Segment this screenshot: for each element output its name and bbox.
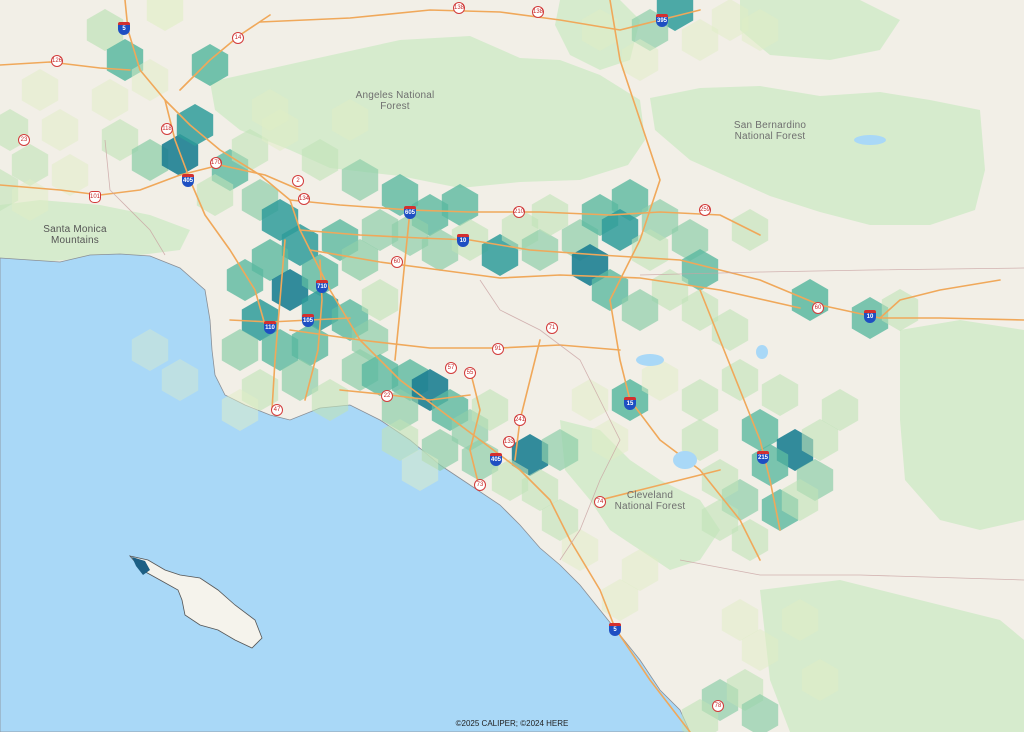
highway-shield-sr134: 134 <box>298 193 310 205</box>
label-cleveland-national-forest: Cleveland National Forest <box>614 490 686 512</box>
highway-shield-sr126: 126 <box>51 55 63 67</box>
highway-shield-sr118: 118 <box>161 123 173 135</box>
highway-shield-sr60: 60 <box>391 256 403 268</box>
highway-shield-sr133: 133 <box>503 436 515 448</box>
highway-shield-us101: 101 <box>89 191 101 203</box>
label-santa-monica-mountains: Santa Monica Mountains <box>43 224 107 246</box>
highway-shield-i5-north: 5 <box>118 22 130 35</box>
highway-shield-395: 395 <box>656 14 668 27</box>
highway-shield-i215: 215 <box>757 451 769 464</box>
map-layer <box>0 0 1024 732</box>
highway-shield-sr71: 71 <box>546 322 558 334</box>
highway-shield-sr210: 210 <box>513 206 525 218</box>
map-canvas[interactable]: Angeles National Forest San Bernardino N… <box>0 0 1024 732</box>
highway-shield-sr47: 47 <box>271 404 283 416</box>
highway-shield-sr241: 241 <box>514 414 526 426</box>
label-san-bernardino-national-forest: San Bernardino National Forest <box>733 120 807 142</box>
highway-shield-sr78: 78 <box>712 700 724 712</box>
highway-shield-sr23: 23 <box>18 134 30 146</box>
lake-perris <box>636 354 664 366</box>
highway-shield-sr60-east: 60 <box>812 302 824 314</box>
highway-shield-i10-east: 10 <box>864 310 876 323</box>
highway-shield-i5-south: 5 <box>609 623 621 636</box>
highway-shield-sr57: 57 <box>445 362 457 374</box>
label-angeles-national-forest: Angeles National Forest <box>355 90 435 112</box>
highway-shield-i710: 710 <box>316 280 328 293</box>
highway-shield-i405: 405 <box>182 174 194 187</box>
highway-shield-sr22: 22 <box>381 390 393 402</box>
highway-shield-sr170: 170 <box>210 157 222 169</box>
highway-shield-sr73: 73 <box>474 479 486 491</box>
highway-shield-sr138: 138 <box>453 2 465 14</box>
highway-shield-sr14: 14 <box>232 32 244 44</box>
highway-shield-sr55: 55 <box>464 367 476 379</box>
lake-mathews <box>756 345 768 359</box>
highway-shield-sr74: 74 <box>594 496 606 508</box>
highway-shield-i110: 110 <box>264 321 276 334</box>
highway-shield-i10: 10 <box>457 234 469 247</box>
highway-shield-sr2: 2 <box>292 175 304 187</box>
highway-shield-i15: 15 <box>624 397 636 410</box>
highway-shield-i405-south: 405 <box>490 453 502 466</box>
highway-shield-sr259: 259 <box>699 204 711 216</box>
highway-shield-sr138-east: 138 <box>532 6 544 18</box>
map-attribution: ©2025 CALIPER; ©2024 HERE <box>455 719 569 728</box>
big-bear-lake <box>854 135 886 145</box>
lake-elsinore <box>673 451 697 469</box>
highway-shield-sr91: 91 <box>492 343 504 355</box>
highway-shield-i105: 105 <box>302 314 314 327</box>
highway-shield-i605: 605 <box>404 206 416 219</box>
